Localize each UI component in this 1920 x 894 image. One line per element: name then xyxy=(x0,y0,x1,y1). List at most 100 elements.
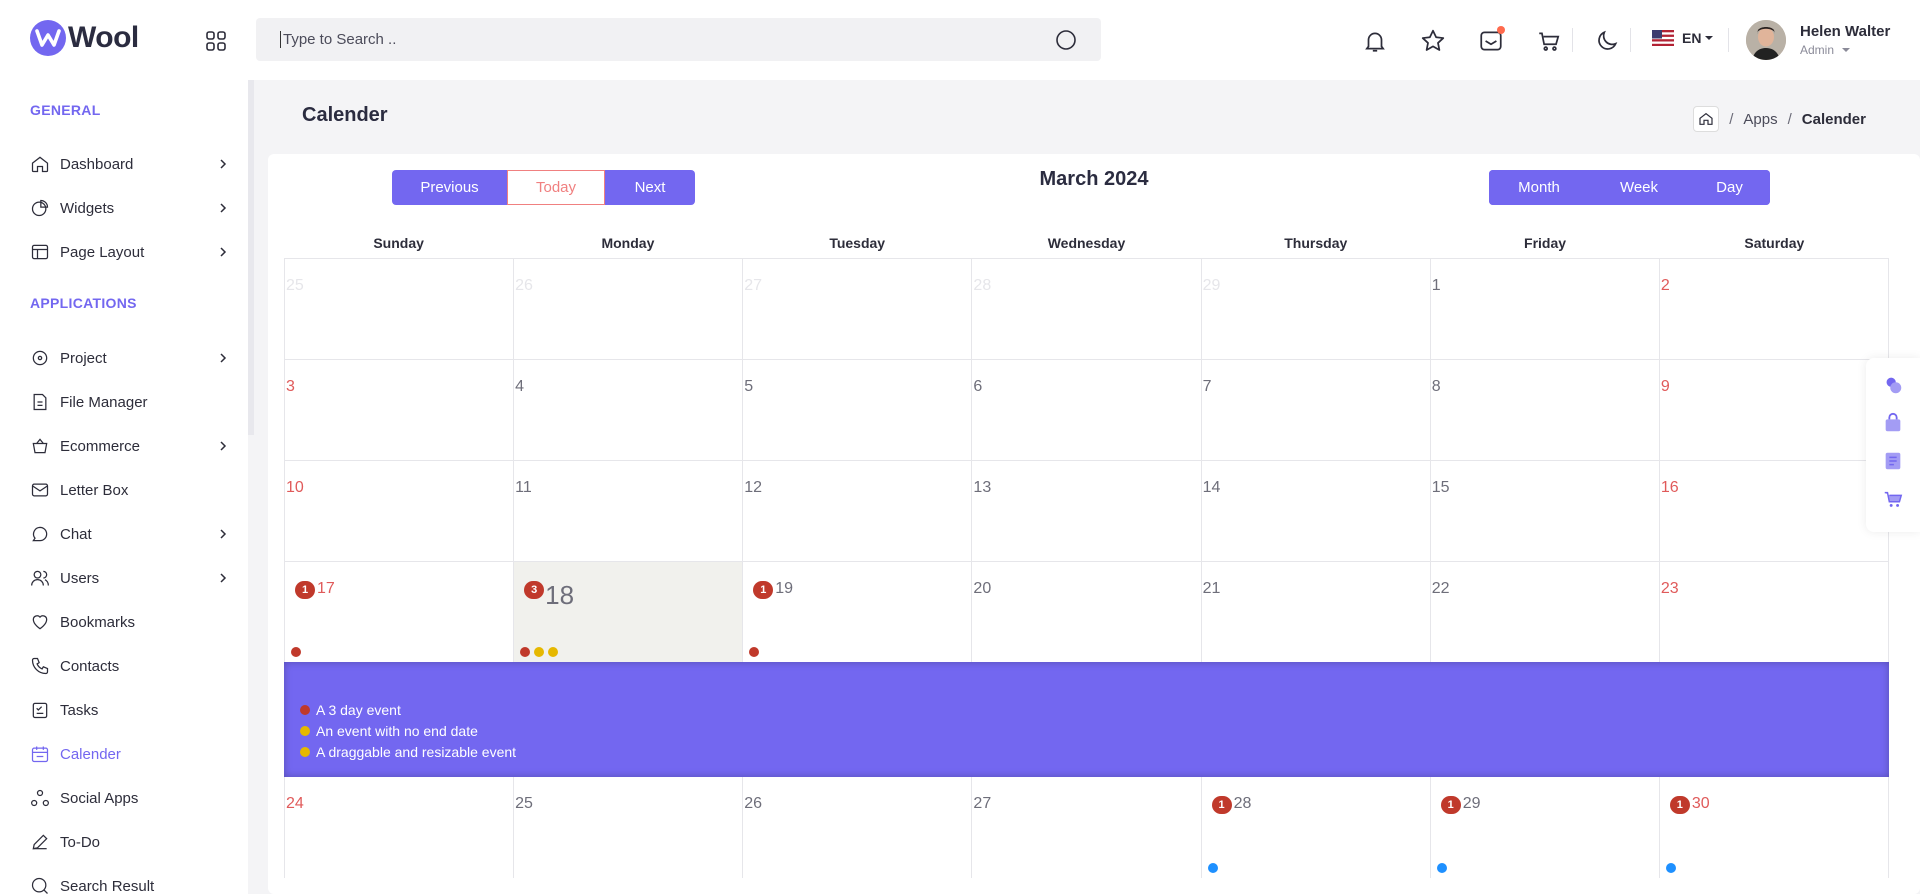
event-dot[interactable] xyxy=(548,647,559,657)
day-cell[interactable]: 16 xyxy=(1658,461,1889,561)
sidebar-item-to-do[interactable]: To-Do xyxy=(30,828,230,856)
sidebar-item-dashboard[interactable]: Dashboard xyxy=(30,150,230,178)
sidebar-item-tasks[interactable]: Tasks xyxy=(30,696,230,724)
day-cell[interactable]: 4 xyxy=(513,360,742,460)
apps-grid-icon[interactable] xyxy=(204,29,228,53)
day-cell[interactable]: 7 xyxy=(1200,360,1430,460)
sidebar-item-calender[interactable]: Calender xyxy=(30,740,230,768)
day-cell[interactable]: 15 xyxy=(1429,461,1659,561)
moon-icon[interactable] xyxy=(1594,28,1620,54)
day-cell[interactable]: 26 xyxy=(513,259,742,359)
day-cell[interactable]: 2 xyxy=(1658,259,1889,359)
sidebar-item-label: Contacts xyxy=(60,657,120,675)
event-dot[interactable] xyxy=(1436,863,1447,873)
event-dot[interactable] xyxy=(534,647,545,657)
day-cell[interactable]: 11 xyxy=(513,461,742,561)
day-cell[interactable]: 13 xyxy=(971,461,1200,561)
star-icon[interactable] xyxy=(1420,28,1446,54)
sidebar-item-bookmarks[interactable]: Bookmarks xyxy=(30,608,230,636)
event-dot[interactable] xyxy=(520,647,531,657)
event-dot[interactable] xyxy=(1207,863,1218,873)
sidebar-scrollbar[interactable] xyxy=(248,80,254,435)
day-cell[interactable]: 8 xyxy=(1429,360,1659,460)
event-dot[interactable] xyxy=(1665,863,1676,873)
day-cell[interactable]: 12 xyxy=(742,461,971,561)
sidebar-item-ecommerce[interactable]: Ecommerce xyxy=(30,432,230,460)
event-item[interactable]: A 3 day event xyxy=(300,699,516,720)
day-cell[interactable]: 27 xyxy=(971,777,1200,878)
day-cell[interactable]: 24 xyxy=(284,777,513,878)
day-cell[interactable]: 27 xyxy=(742,259,971,359)
user-profile-menu[interactable]: Helen Walter Admin xyxy=(1746,20,1890,60)
event-count-badge[interactable]: 1 xyxy=(1669,796,1690,814)
day-cell[interactable]: 5 xyxy=(742,360,971,460)
event-count-badge[interactable]: 1 xyxy=(1440,796,1461,814)
day-cell[interactable]: 29 xyxy=(1200,259,1430,359)
sidebar-item-search-result[interactable]: Search Result xyxy=(30,872,230,894)
view-month-button[interactable]: Month xyxy=(1489,170,1589,205)
chevron-right-icon xyxy=(220,573,227,583)
sidebar-item-project[interactable]: Project xyxy=(30,344,230,372)
day-cell[interactable]: 25 xyxy=(284,259,513,359)
sidebar-item-letter-box[interactable]: Letter Box xyxy=(30,476,230,504)
event-title: An event with no end date xyxy=(316,722,478,739)
day-cell[interactable]: 1 28 xyxy=(1200,777,1430,878)
day-cell[interactable]: 1 17 xyxy=(284,562,513,662)
event-item[interactable]: An event with no end date xyxy=(300,720,516,741)
event-dot[interactable] xyxy=(291,647,301,657)
day-cell[interactable]: 1 30 xyxy=(1658,777,1889,878)
user-color-icon[interactable] xyxy=(1882,374,1904,396)
event-dot[interactable] xyxy=(749,647,760,657)
weekday-label: Wednesday xyxy=(1047,235,1126,251)
sidebar-item-file-manager[interactable]: File Manager xyxy=(30,388,230,416)
day-cell[interactable]: 9 xyxy=(1658,360,1889,460)
event-count-badge[interactable]: 1 xyxy=(295,581,315,599)
day-cell[interactable]: 26 xyxy=(742,777,971,878)
bell-icon[interactable] xyxy=(1362,28,1388,54)
event-title: A draggable and resizable event xyxy=(316,743,517,760)
day-cell[interactable]: 1 19 xyxy=(742,562,971,662)
day-cell[interactable]: 10 xyxy=(284,461,513,561)
event-count-badge[interactable]: 1 xyxy=(753,581,774,599)
week-row: 1 17 3 18 1 19 20 21 22 23 xyxy=(284,561,1889,662)
sidebar-item-social-apps[interactable]: Social Apps xyxy=(30,784,230,812)
day-cell[interactable]: 23 xyxy=(1658,562,1889,662)
day-cell[interactable]: 6 xyxy=(971,360,1200,460)
sidebar-item-page-layout[interactable]: Page Layout xyxy=(30,238,230,266)
event-item[interactable]: A draggable and resizable event xyxy=(300,741,516,762)
sidebar-item-label: To-Do xyxy=(60,833,101,851)
sidebar-item-chat[interactable]: Chat xyxy=(30,520,230,548)
language-selector[interactable]: EN xyxy=(1652,30,1714,46)
day-cell[interactable]: 28 xyxy=(971,259,1200,359)
cart-icon[interactable] xyxy=(1536,28,1562,54)
shopping-bag-icon[interactable] xyxy=(1882,412,1904,434)
day-cell[interactable]: 14 xyxy=(1200,461,1430,561)
search-icon[interactable] xyxy=(1055,29,1077,51)
day-cell[interactable]: 20 xyxy=(971,562,1200,662)
mail-notification-icon[interactable] xyxy=(1478,26,1505,54)
search-input[interactable] xyxy=(280,31,1040,48)
event-count-badge[interactable]: 3 xyxy=(524,581,545,599)
sidebar-item-users[interactable]: Users xyxy=(30,564,230,592)
breadcrumb-apps[interactable]: Apps xyxy=(1743,111,1777,128)
day-cell[interactable]: 1 29 xyxy=(1429,777,1659,878)
day-cell[interactable]: 21 xyxy=(1200,562,1430,662)
today-button[interactable]: Today xyxy=(507,170,605,205)
cart-icon[interactable] xyxy=(1882,488,1904,510)
sidebar-item-widgets[interactable]: Widgets xyxy=(30,194,230,222)
sidebar-item-contacts[interactable]: Contacts xyxy=(30,652,230,680)
day-cell[interactable]: 25 xyxy=(513,777,742,878)
view-day-button[interactable]: Day xyxy=(1689,170,1770,205)
document-icon[interactable] xyxy=(1882,450,1904,472)
day-number: 3 xyxy=(286,378,295,395)
logo[interactable]: Wool xyxy=(30,20,139,56)
next-button[interactable]: Next xyxy=(605,170,695,205)
event-count-badge[interactable]: 1 xyxy=(1211,796,1232,814)
day-cell[interactable]: 3 xyxy=(284,360,513,460)
breadcrumb-home-icon[interactable] xyxy=(1693,106,1720,132)
day-cell-selected[interactable]: 3 18 xyxy=(513,562,743,662)
day-cell[interactable]: 1 xyxy=(1429,259,1659,359)
day-cell[interactable]: 22 xyxy=(1429,562,1659,662)
previous-button[interactable]: Previous xyxy=(392,170,507,205)
view-week-button[interactable]: Week xyxy=(1589,170,1689,205)
